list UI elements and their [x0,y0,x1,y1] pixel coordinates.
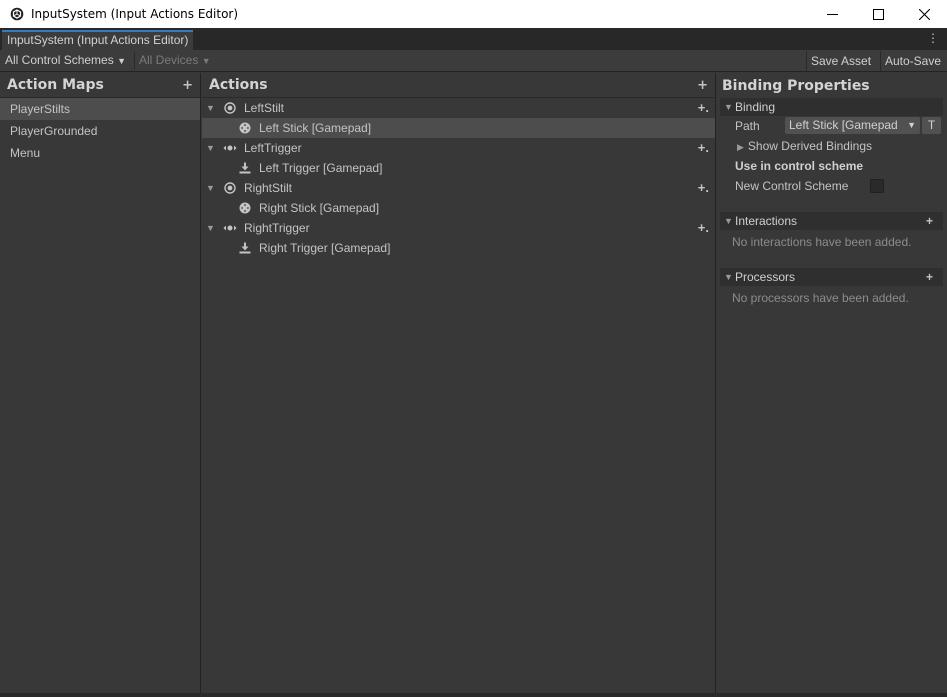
actions-pane: Actions + ▼ LeftStilt +. Left Stick [Gam… [202,73,716,697]
processors-foldout[interactable]: ▼ Processors + [720,268,943,286]
path-row: Path Left Stick [Gamepad ▼ T [717,116,947,136]
gamepad-stick-icon [238,121,252,135]
binding-properties-pane: Binding Properties ▼ Binding Path Left S… [717,73,947,697]
derived-bindings-row[interactable]: ▶ Show Derived Bindings [717,136,947,156]
action-row[interactable]: ▼ LeftStilt +. [202,98,715,118]
binding-properties-header: Binding Properties [717,73,947,98]
axis-action-icon [223,221,237,235]
window-title: InputSystem (Input Actions Editor) [31,7,239,21]
path-value: Left Stick [Gamepad [789,118,898,132]
binding-properties-title: Binding Properties [722,77,870,94]
interactions-label: Interactions [735,214,798,228]
add-interaction-button[interactable]: + [926,212,933,230]
minimize-icon [826,13,838,15]
use-in-scheme-label: Use in control scheme [735,159,864,173]
control-scheme-label: New Control Scheme [735,179,849,193]
binding-label: Right Stick [Gamepad] [259,201,380,215]
auto-save-toggle[interactable]: Auto-Save [880,51,945,71]
expand-arrow-icon: ▼ [724,272,733,282]
tab-input-actions-editor[interactable]: InputSystem (Input Actions Editor) [2,30,194,50]
path-label: Path [735,119,760,133]
action-label: LeftStilt [244,101,285,115]
editor-toolbar: All Control Schemes ▼ All Devices ▼ Save… [0,50,947,72]
processors-empty-note: No processors have been added. [732,291,909,305]
devices-label: All Devices [139,53,199,67]
chevron-down-icon: ▼ [907,120,916,130]
action-maps-header: Action Maps + [0,73,200,98]
expand-arrow-icon[interactable]: ▼ [206,178,215,198]
unity-logo-icon [9,6,25,22]
action-row[interactable]: ▼ LeftTrigger +. [202,138,715,158]
expand-arrow-icon[interactable]: ▼ [206,218,215,238]
add-action-button[interactable]: + [697,78,708,93]
add-action-map-button[interactable]: + [182,78,193,93]
binding-row[interactable]: Left Trigger [Gamepad] [202,158,715,178]
add-binding-button[interactable]: +. [698,138,709,158]
more-options-icon[interactable]: ⋮ [927,31,939,45]
interactions-empty-note: No interactions have been added. [732,235,912,249]
binding-label: Left Stick [Gamepad] [259,121,372,135]
control-scheme-checkbox[interactable] [870,179,884,193]
action-label: RightTrigger [244,221,310,235]
action-map-item[interactable]: PlayerGrounded [0,120,200,142]
interactions-foldout[interactable]: ▼ Interactions + [720,212,943,230]
trigger-icon [238,241,252,255]
control-schemes-label: All Control Schemes [5,53,114,67]
save-asset-button[interactable]: Save Asset [806,51,875,71]
actions-title: Actions [209,77,268,93]
path-dropdown[interactable]: Left Stick [Gamepad ▼ [785,117,920,134]
binding-row[interactable]: Right Stick [Gamepad] [202,198,715,218]
axis-action-icon [223,141,237,155]
binding-label: Right Trigger [Gamepad] [259,241,391,255]
binding-row[interactable]: Right Trigger [Gamepad] [202,238,715,258]
expand-arrow-icon[interactable]: ▼ [206,138,215,158]
add-processor-button[interactable]: + [926,268,933,286]
binding-foldout-label: Binding [735,100,776,114]
add-binding-button[interactable]: +. [698,98,709,118]
add-binding-button[interactable]: +. [698,218,709,238]
chevron-down-icon: ▼ [201,56,211,66]
devices-dropdown[interactable]: All Devices ▼ [134,52,215,69]
expand-arrow-icon: ▼ [724,216,733,226]
close-button[interactable] [901,0,947,28]
window-titlebar: InputSystem (Input Actions Editor) [0,0,947,28]
control-scheme-row: New Control Scheme [717,176,947,196]
action-maps-title: Action Maps [7,77,104,93]
use-in-scheme-row: Use in control scheme [717,156,947,176]
binding-foldout[interactable]: ▼ Binding [720,98,943,116]
control-schemes-dropdown[interactable]: All Control Schemes ▼ [1,52,130,69]
binding-row[interactable]: Left Stick [Gamepad] [202,118,715,138]
text-mode-button[interactable]: T [922,117,941,134]
window-bottom-edge [0,693,947,697]
minimize-button[interactable] [809,0,855,28]
expand-arrow-icon[interactable]: ▼ [206,98,215,118]
action-label: RightStilt [244,181,293,195]
actions-header: Actions + [202,73,715,98]
stick-action-icon [223,181,237,195]
expand-arrow-icon: ▶ [737,142,744,152]
maximize-button[interactable] [855,0,901,28]
action-map-item[interactable]: PlayerStilts [0,98,200,120]
expand-arrow-icon: ▼ [724,102,733,112]
chevron-down-icon: ▼ [117,56,126,66]
action-label: LeftTrigger [244,141,302,155]
editor-tabbar: InputSystem (Input Actions Editor) ⋮ [0,28,947,50]
action-row[interactable]: ▼ RightStilt +. [202,178,715,198]
show-derived-bindings[interactable]: ▶ Show Derived Bindings [737,136,872,157]
processors-label: Processors [735,270,796,284]
maximize-icon [872,8,884,20]
action-map-item[interactable]: Menu [0,142,200,164]
action-row[interactable]: ▼ RightTrigger +. [202,218,715,238]
trigger-icon [238,161,252,175]
action-maps-pane: Action Maps + PlayerStilts PlayerGrounde… [0,73,201,697]
close-icon [918,8,930,20]
gamepad-stick-icon [238,201,252,215]
show-derived-label: Show Derived Bindings [747,139,872,153]
stick-action-icon [223,101,237,115]
add-binding-button[interactable]: +. [698,178,709,198]
binding-label: Left Trigger [Gamepad] [259,161,383,175]
